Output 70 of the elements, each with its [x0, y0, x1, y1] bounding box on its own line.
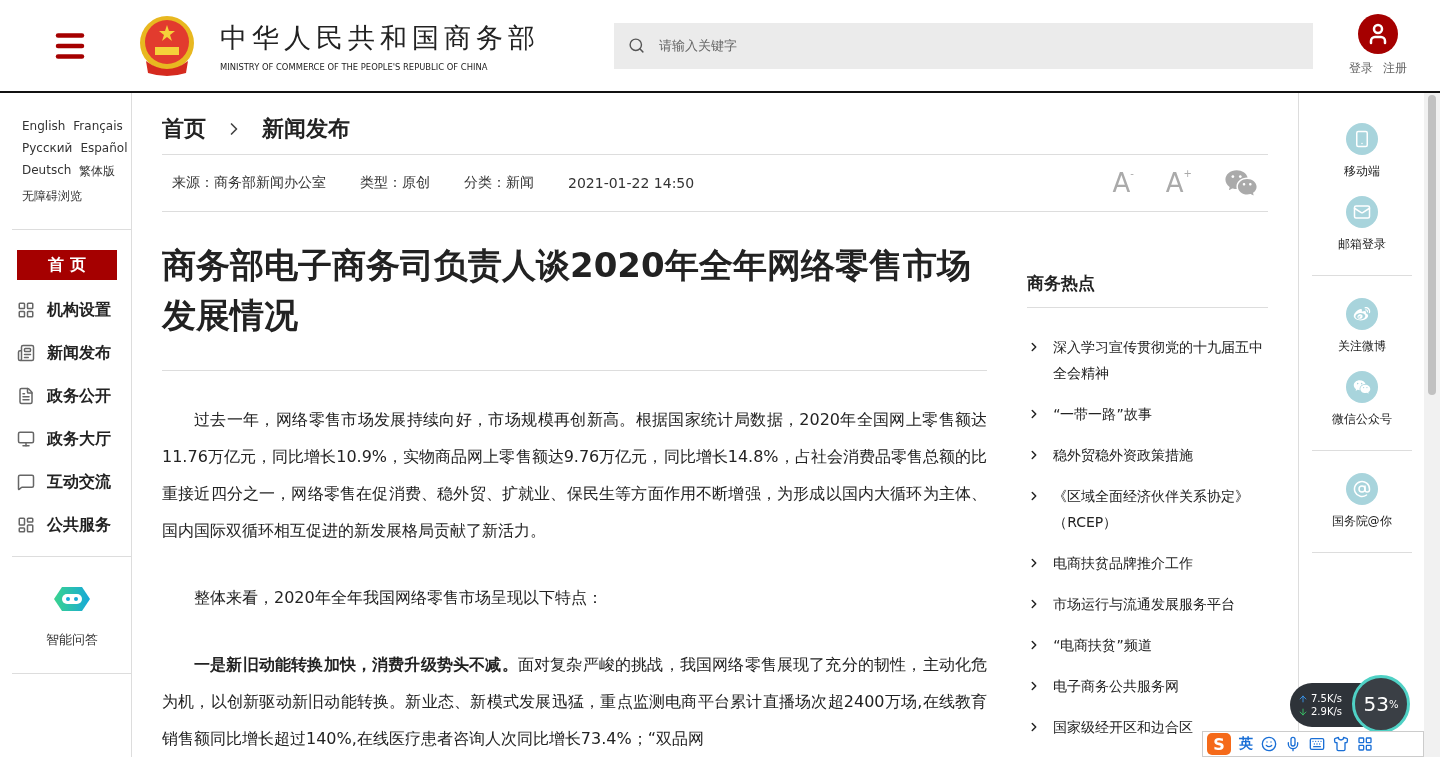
document-icon: [17, 387, 35, 405]
grid-icon: [17, 301, 35, 319]
site-title: 中华人民共和国商务部: [220, 20, 540, 55]
nav-item[interactable]: 政务大厅: [17, 424, 131, 454]
language-link[interactable]: Español: [80, 141, 128, 155]
ime-mode-button[interactable]: 英: [1239, 735, 1253, 753]
search-field[interactable]: 请输入关键字: [657, 37, 1313, 54]
hot-topic-link[interactable]: “电商扶贫”频道: [1053, 632, 1152, 658]
hot-topic-link[interactable]: 《区域全面经济伙伴关系协定》（RCEP）: [1053, 483, 1268, 535]
shirt-icon[interactable]: [1333, 736, 1349, 752]
article-paragraph: 一是新旧动能转换加快，消费升级势头不减。面对复杂严峻的挑战，我国网络零售展现了充分的韧性，主动化危为机，以创新驱动新旧动能转换。新业态、新模式发展迅猛，重点监测电商平台累计直播场次超2400万场,在线教育销售额同比增长超过140%,在线医疗患者咨询人次同比增长73.4%；“双品网: [162, 654, 988, 750]
language-link[interactable]: Русский: [22, 141, 73, 155]
upload-arrow-icon: [1298, 693, 1308, 704]
section-title: 商务热点: [1027, 272, 1268, 308]
breadcrumb-link[interactable]: 新闻发布: [262, 114, 350, 145]
hot-topic-link[interactable]: 稳外贸稳外资政策措施: [1053, 442, 1194, 468]
share-link[interactable]: 关注微博: [1337, 298, 1386, 355]
hot-topic-link[interactable]: 深入学习宣传贯彻党的十九届五中全会精神: [1053, 334, 1268, 386]
account-link[interactable]: 登录: [1349, 60, 1373, 77]
chat-icon: [17, 473, 35, 491]
language-link[interactable]: 无障碍浏览: [22, 188, 82, 205]
weibo-icon: [1345, 298, 1378, 330]
download-arrow-icon: [1298, 706, 1308, 717]
share-link[interactable]: 国务院@你: [1331, 473, 1392, 530]
keyboard-icon[interactable]: [1309, 736, 1325, 752]
scrollbar-thumb[interactable]: [1428, 95, 1436, 395]
article-title: 商务部电子商务司负责人谈2020年全年网络零售市场发展情况: [162, 240, 988, 371]
national-emblem-icon: [138, 14, 196, 77]
account-link[interactable]: 注册: [1383, 60, 1407, 77]
share-link[interactable]: 移动端: [1343, 123, 1380, 180]
search-icon: [628, 37, 645, 54]
monitor-icon: [17, 430, 35, 448]
cpu-usage: 53%: [1352, 675, 1410, 733]
article-meta: 类型：原创: [360, 173, 430, 192]
at-sign-icon: [1345, 473, 1378, 505]
hot-topic-link[interactable]: “一带一路”故事: [1053, 401, 1152, 427]
share-link[interactable]: 邮箱登录: [1337, 196, 1386, 253]
hot-topic-link[interactable]: 国家级经开区和边合区: [1053, 714, 1194, 740]
download-speed: 2.9K/s: [1311, 706, 1343, 717]
smile-icon[interactable]: [1261, 736, 1277, 752]
nav-item[interactable]: 公共服务: [17, 510, 131, 540]
language-link[interactable]: English: [22, 119, 66, 133]
search-bar[interactable]: 请输入关键字: [614, 22, 1313, 69]
upload-speed: 7.5K/s: [1311, 693, 1343, 704]
grid-icon[interactable]: [1357, 736, 1373, 752]
site-subtitle: MINISTRY OF COMMERCE OF THE PEOPLE'S REPUBLIC OF CHINA: [220, 61, 489, 72]
language-link[interactable]: Français: [73, 119, 123, 133]
language-link[interactable]: 繁体版: [79, 163, 116, 180]
mail-icon: [1345, 196, 1378, 228]
user-button[interactable]: [1358, 14, 1398, 54]
wechat-icon: [1345, 371, 1378, 403]
nav-item[interactable]: 互动交流: [17, 467, 131, 497]
hot-topic-link[interactable]: 电商扶贫品牌推介工作: [1053, 550, 1194, 576]
assistant-label[interactable]: 智能问答: [45, 631, 98, 649]
article-paragraph: 整体来看，2020年全年我国网络零售市场呈现以下特点：: [193, 587, 604, 609]
phone-icon: [1345, 123, 1378, 155]
nav-item[interactable]: 机构设置: [17, 295, 131, 325]
hot-topic-link[interactable]: 电子商务公共服务网: [1053, 673, 1180, 699]
article-meta: 分类：新闻: [464, 173, 534, 192]
article-paragraph: 过去一年，网络零售市场发展持续向好，市场规模再创新高。根据国家统计局数据，2020年全国网上零售额达11.76万亿元，同比增长10.9%，实物商品网上零售额达9.76万亿元，同比增长14.8%，占社会消费品零售总额的比重接近四分之一，网络零售在促消费、稳外贸、扩就业、保民生等方面作用不断增强，为形成以国内大循环为主体、国内国际双循环相互促进的新发展格局贡献了新活力。: [162, 409, 988, 542]
share-link[interactable]: 微信公众号: [1331, 371, 1392, 428]
nav-item[interactable]: 首 页: [17, 250, 117, 280]
nav-item[interactable]: 政务公开: [17, 381, 131, 411]
article-meta: 来源：商务部新闻办公室: [172, 173, 326, 192]
language-link[interactable]: Deutsch: [22, 163, 72, 180]
microphone-icon[interactable]: [1285, 736, 1301, 752]
nav-item[interactable]: 新闻发布: [17, 338, 131, 368]
article-meta: 2021-01-22 14:50: [568, 174, 695, 191]
breadcrumb-link[interactable]: 首页: [162, 114, 206, 145]
hot-topic-link[interactable]: 市场运行与流通发展服务平台: [1053, 591, 1236, 617]
